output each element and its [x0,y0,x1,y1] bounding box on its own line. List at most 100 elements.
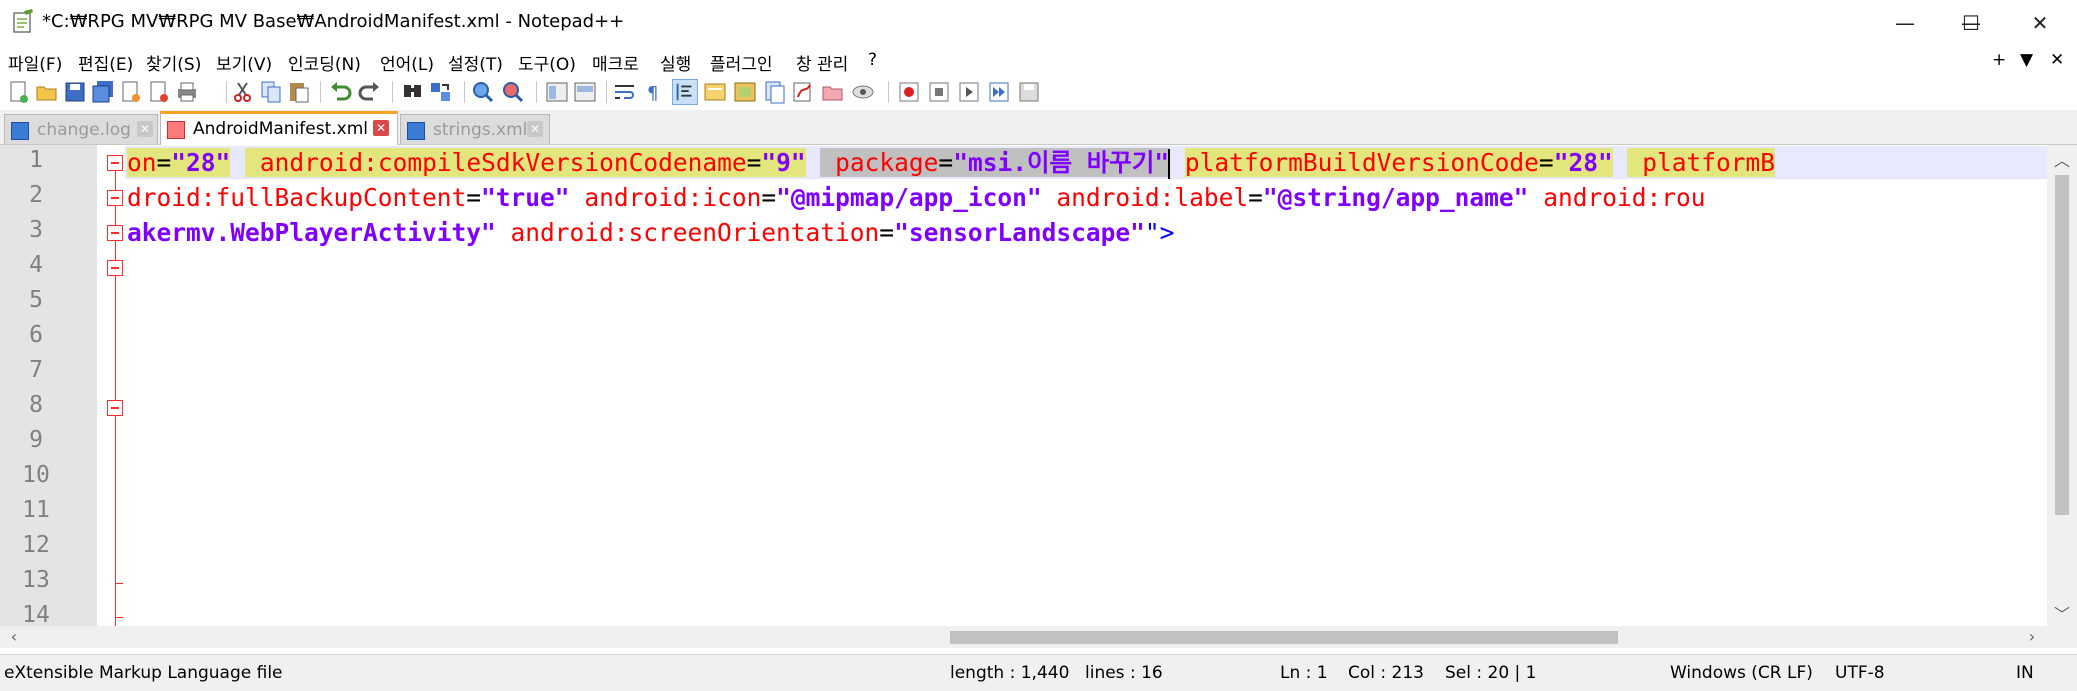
user-defined-language-icon[interactable] [702,79,728,105]
close-window-button[interactable]: ✕ [2007,0,2073,46]
xml-equals: = [466,183,482,212]
line-number: 8 [29,392,43,418]
xml-value: "true" [481,183,570,212]
maximize-button[interactable]: ☐ [1938,0,2004,46]
save-macro-icon[interactable] [1016,79,1042,105]
xml-attribute: android:compileSdkVersionCodename [259,148,747,177]
playback-icon[interactable] [956,79,982,105]
folder-as-workspace-icon[interactable] [790,79,816,105]
code-line-3[interactable]: akermv.WebPlayerActivity" android:screen… [127,216,1174,249]
code-line-1[interactable]: on="28" android:compileSdkVersionCodenam… [127,146,1775,179]
undo-icon[interactable] [328,79,354,105]
document-map-icon[interactable] [732,79,758,105]
menu-settings[interactable]: 설정(T) [448,50,503,75]
menu-plugins[interactable]: 플러그인 [710,50,773,75]
status-eol[interactable]: Windows (CR LF) [1670,663,1813,683]
line-number: 4 [29,252,43,278]
run-macro-multiple-icon[interactable] [986,79,1012,105]
copy-icon[interactable] [258,79,284,105]
sync-horizontal-icon[interactable] [572,79,598,105]
new-file-icon[interactable] [6,79,32,105]
tab-label: AndroidManifest.xml [193,119,369,139]
save-icon[interactable] [62,79,88,105]
fold-collapse-icon[interactable] [107,225,123,241]
tab-change-log[interactable]: change.log ✕ [4,114,158,144]
fold-collapse-icon[interactable] [107,155,123,171]
menu-view[interactable]: 보기(V) [216,50,272,75]
xml-equals: = [879,218,895,247]
xml-value: akermv.WebPlayerActivity" [127,218,496,247]
fold-collapse-icon[interactable] [107,190,123,206]
vertical-scroll-thumb[interactable] [2055,175,2069,515]
stop-recording-icon[interactable] [926,79,952,105]
fold-collapse-icon[interactable] [107,400,123,416]
replace-icon[interactable] [428,79,454,105]
tab-close-icon[interactable]: ✕ [373,120,389,136]
code-line-2[interactable]: droid:fullBackupContent="true" android:i… [127,181,1705,214]
toolbar-separator [464,81,465,103]
menu-language[interactable]: 언어(L) [380,50,434,75]
scroll-up-icon[interactable]: ︿ [2047,147,2077,171]
xml-attribute: android:label [1056,183,1249,212]
find-icon[interactable] [400,79,426,105]
horizontal-scrollbar[interactable]: ‹ › [0,626,2047,648]
function-list-icon[interactable] [762,79,788,105]
save-all-icon[interactable] [90,79,116,105]
xml-equals: = [761,183,777,212]
redo-icon[interactable] [356,79,382,105]
menu-window[interactable]: 창 관리 [796,50,848,75]
word-wrap-icon[interactable] [612,79,638,105]
print-icon[interactable] [174,79,200,105]
open-file-icon[interactable] [34,79,60,105]
editor-area[interactable]: 1 2 3 4 5 6 7 8 9 10 11 12 13 14 on="28"… [0,145,2047,626]
menu-help[interactable]: ? [868,50,877,70]
file-tab-icon-modified [167,121,185,139]
xml-value: "msi.이름 바꾸기" [953,148,1170,177]
start-recording-icon[interactable] [896,79,922,105]
paste-icon[interactable] [286,79,312,105]
tab-androidmanifest-xml[interactable]: AndroidManifest.xml ✕ [160,111,398,145]
vertical-scrollbar[interactable]: ︿ ﹀ [2047,145,2077,626]
menu-macro[interactable]: 매크로 [592,50,639,75]
toolbar-separator [320,81,321,103]
fold-margin [97,145,125,626]
status-ln: Ln : 1 [1280,663,1328,683]
close-document-icon[interactable]: ✕ [2050,50,2064,70]
line-number: 5 [29,287,43,313]
tab-list-dropdown-icon[interactable]: ▼ [2020,50,2033,70]
scroll-right-icon[interactable]: › [2020,626,2044,648]
status-encoding[interactable]: UTF-8 [1835,663,1885,683]
title-bar: *C:₩RPG MV₩RPG MV Base₩AndroidManifest.x… [0,0,2077,46]
cut-icon[interactable] [230,79,256,105]
horizontal-scroll-thumb[interactable] [950,631,1618,644]
scroll-left-icon[interactable]: ‹ [2,626,26,648]
minimize-button-glyph[interactable]: — [1872,0,1938,46]
tab-close-icon[interactable]: ✕ [527,121,543,137]
xml-value: "9" [761,148,806,177]
menu-run[interactable]: 실행 [660,50,691,75]
xml-attribute: platformBuildVersionCode [1184,148,1539,177]
text-caret [1168,149,1171,179]
indent-guide-icon[interactable] [672,79,698,105]
menu-edit[interactable]: 편집(E) [78,50,133,75]
menu-file[interactable]: 파일(F) [8,50,62,75]
xml-attribute: android:screenOrientation [510,218,880,247]
zoom-out-icon[interactable] [500,79,526,105]
close-icon[interactable] [118,79,144,105]
folder-icon[interactable] [820,79,846,105]
menu-encoding[interactable]: 인코딩(N) [288,50,361,75]
new-tab-plus-icon[interactable]: + [1992,50,2006,70]
fold-collapse-icon[interactable] [107,260,123,276]
menu-search[interactable]: 찾기(S) [146,50,201,75]
xml-attribute: package [835,148,939,177]
sync-vertical-icon[interactable] [544,79,570,105]
close-all-icon[interactable] [146,79,172,105]
menu-tools[interactable]: 도구(O) [518,50,576,75]
tab-strings-xml[interactable]: strings.xml ✕ [400,114,550,144]
monitoring-icon[interactable] [850,79,876,105]
tab-close-icon[interactable]: ✕ [137,121,153,137]
zoom-in-icon[interactable] [470,79,496,105]
xml-equals: = [1248,183,1263,212]
scroll-down-icon[interactable]: ﹀ [2047,601,2077,625]
show-all-chars-icon[interactable]: ¶ [640,79,666,105]
